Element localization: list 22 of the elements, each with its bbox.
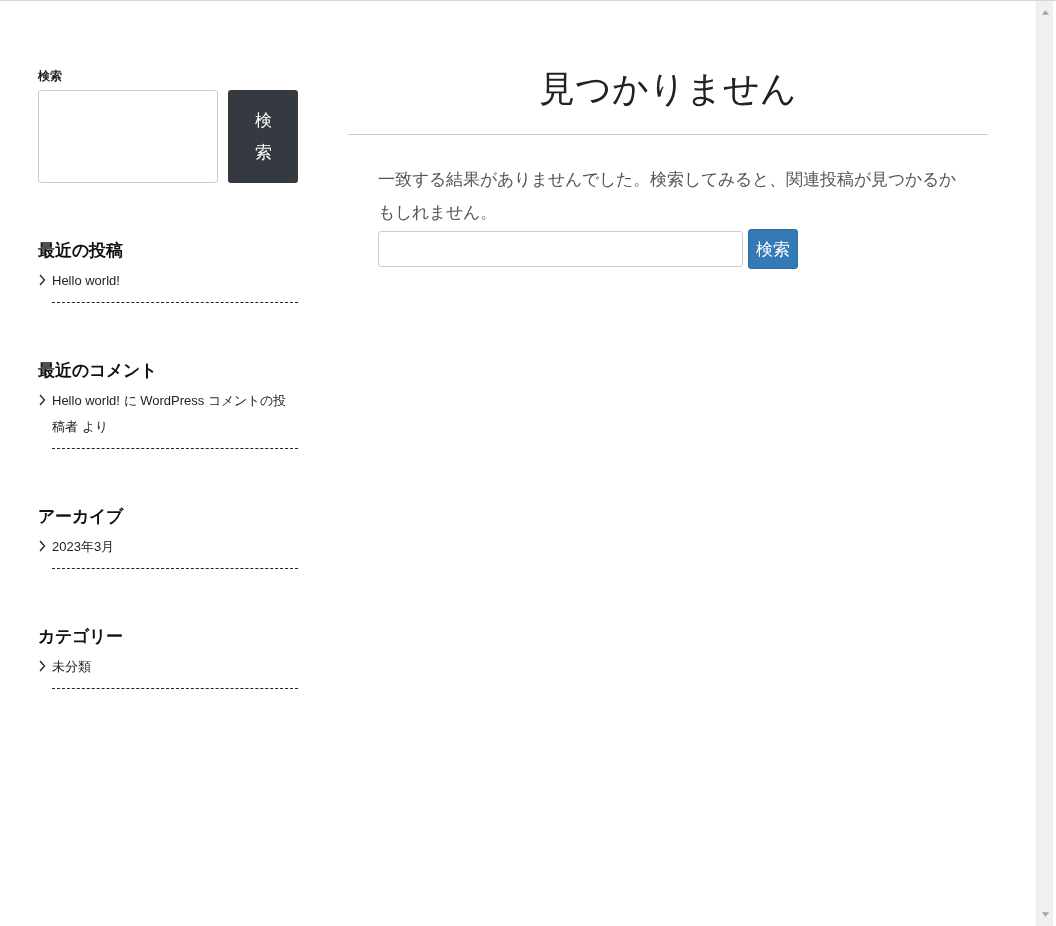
search-button[interactable]: 検索 <box>228 90 298 183</box>
scroll-down-icon[interactable] <box>1040 912 1050 918</box>
search-field[interactable] <box>38 90 218 183</box>
chevron-icon <box>38 660 46 672</box>
widget-title: 最近の投稿 <box>38 240 124 262</box>
search-field[interactable] <box>378 231 743 267</box>
scrollbar[interactable] <box>1036 1 1053 926</box>
widget-link[interactable]: 未分類 <box>52 654 298 689</box>
widget-title: 最近のコメント <box>38 360 158 382</box>
search-button[interactable]: 検索 <box>748 229 798 269</box>
chevron-icon <box>38 274 46 286</box>
widget-title: カテゴリー <box>38 626 124 648</box>
message-text: 一致する結果がありませんでした。検索してみると、関連投稿が見つかるかもしれません。 <box>378 169 957 224</box>
widget-title: アーカイブ <box>38 506 125 528</box>
scroll-up-icon[interactable] <box>1040 9 1050 15</box>
page-title: 見つかりません <box>538 67 798 111</box>
widget-link[interactable]: Hello world! に WordPress コメントの投稿者 より <box>52 388 298 449</box>
search-label: 検索 <box>38 68 63 85</box>
chevron-icon <box>38 540 46 552</box>
widget-link[interactable]: Hello world! <box>52 268 298 303</box>
widget-link[interactable]: 2023年3月 <box>52 534 298 569</box>
chevron-icon <box>38 394 46 406</box>
